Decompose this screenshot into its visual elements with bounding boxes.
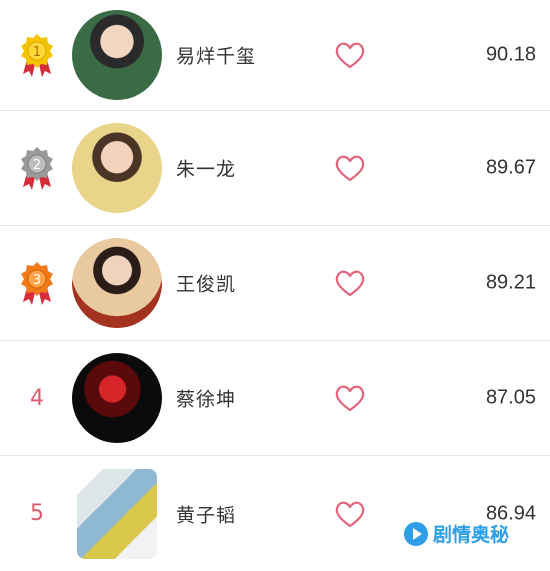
svg-text:1: 1 (33, 45, 41, 60)
person-name: 王俊凯 (176, 273, 237, 296)
svg-text:2: 2 (33, 158, 41, 173)
gold-medal-icon: 1 (21, 34, 53, 77)
watermark-text: 剧情奥秘 (433, 524, 510, 546)
list-item[interactable]: 4 蔡徐坤 87.05 (0, 341, 550, 456)
list-item[interactable]: 3 王俊凯 89.21 (0, 226, 550, 341)
rank-cell: 4 (12, 341, 62, 455)
heart-outline-icon[interactable] (334, 384, 366, 412)
rank-number: 4 (30, 385, 44, 411)
heart-outline-icon[interactable] (334, 154, 366, 182)
play-logo-icon (404, 521, 428, 546)
heart-outline-icon[interactable] (334, 41, 366, 69)
svg-text:3: 3 (33, 273, 41, 288)
heart-outline-icon[interactable] (334, 500, 366, 528)
person-name: 易烊千玺 (176, 45, 257, 68)
person-name: 朱一龙 (176, 158, 237, 181)
person-name: 蔡徐坤 (176, 388, 237, 411)
list-item[interactable]: 5 黄子韬 86.94 (0, 456, 550, 571)
score-value: 87.05 (485, 386, 536, 409)
bronze-medal-icon: 3 (21, 262, 53, 305)
avatar[interactable] (72, 238, 162, 328)
avatar[interactable] (72, 10, 162, 100)
heart-outline-icon[interactable] (334, 269, 366, 297)
watermark: 剧情奥秘 (403, 520, 509, 547)
silver-medal-icon: 2 (21, 147, 53, 190)
score-value: 89.67 (485, 156, 536, 179)
avatar[interactable] (77, 468, 157, 559)
avatar[interactable] (72, 353, 162, 443)
list-item[interactable]: 1 易烊千玺 90.18 (0, 0, 550, 111)
rank-cell: 5 (12, 456, 62, 571)
rank-number: 5 (30, 501, 44, 526)
score-value: 89.21 (485, 271, 536, 294)
person-name: 黄子韬 (176, 504, 237, 526)
avatar[interactable] (72, 123, 162, 213)
list-item[interactable]: 2 朱一龙 89.67 (0, 111, 550, 226)
score-value: 90.18 (485, 43, 536, 66)
rank-badge: 1 (12, 0, 62, 110)
rank-badge: 2 (12, 111, 62, 225)
ranking-list: 1 易烊千玺 90.18 2 朱一龙 89.67 3 王俊凯 89.21 4 蔡… (0, 0, 550, 571)
rank-badge: 3 (12, 226, 62, 340)
